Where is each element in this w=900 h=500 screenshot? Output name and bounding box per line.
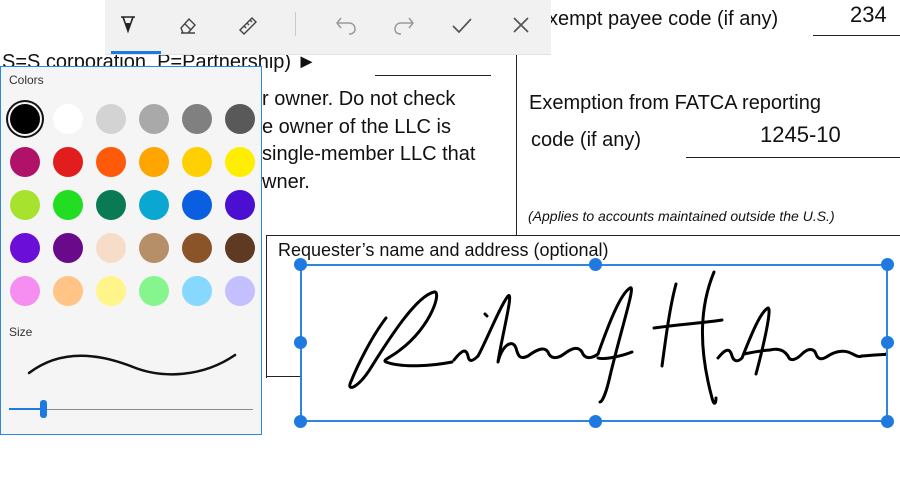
size-label: Size <box>9 325 33 339</box>
checkmark-icon <box>452 18 472 34</box>
toolbar-separator <box>295 12 296 36</box>
resize-handle-top-left[interactable] <box>294 258 307 271</box>
pen-settings-panel: Colors Size <box>0 66 262 435</box>
size-slider-thumb[interactable] <box>40 400 48 418</box>
color-swatch[interactable] <box>53 233 83 263</box>
color-swatch[interactable] <box>10 104 40 134</box>
resize-handle-right[interactable] <box>881 336 894 349</box>
undo-button[interactable] <box>323 0 369 50</box>
size-slider-fill <box>9 408 44 410</box>
resize-handle-top-right[interactable] <box>881 258 894 271</box>
fatca-label-line-1: Exemption from FATCA reporting <box>529 92 821 114</box>
color-swatch[interactable] <box>182 190 212 220</box>
owner-text-line-1: r owner. Do not check <box>262 88 456 110</box>
done-button[interactable] <box>439 0 485 50</box>
close-button[interactable] <box>498 0 544 50</box>
color-swatch[interactable] <box>53 190 83 220</box>
colors-label: Colors <box>9 73 44 87</box>
color-swatch[interactable] <box>10 233 40 263</box>
color-swatch[interactable] <box>96 147 126 177</box>
owner-text-line-3: single-member LLC that <box>262 143 476 165</box>
ink-toolbar <box>105 0 551 55</box>
color-swatch[interactable] <box>225 147 255 177</box>
resize-handle-top[interactable] <box>589 258 602 271</box>
color-swatch[interactable] <box>139 147 169 177</box>
requester-left-border <box>266 235 267 378</box>
pen-tool-button[interactable] <box>105 0 151 50</box>
color-swatch[interactable] <box>96 190 126 220</box>
stroke-size-preview <box>27 353 237 376</box>
color-swatch[interactable] <box>182 276 212 306</box>
resize-handle-bottom-left[interactable] <box>294 415 307 428</box>
color-swatch[interactable] <box>96 276 126 306</box>
redo-button[interactable] <box>381 0 427 50</box>
color-swatch[interactable] <box>10 190 40 220</box>
exempt-payee-label: xempt payee code (if any) <box>548 8 779 30</box>
color-swatch[interactable] <box>139 233 169 263</box>
fatca-underline <box>686 157 900 158</box>
color-swatch[interactable] <box>53 147 83 177</box>
owner-text-line-2: e owner of the LLC is <box>262 116 451 138</box>
active-tool-indicator <box>111 51 161 54</box>
signature-baseline-left <box>266 376 300 377</box>
color-swatch[interactable] <box>53 104 83 134</box>
color-swatch[interactable] <box>182 233 212 263</box>
color-swatch[interactable] <box>10 147 40 177</box>
resize-handle-left[interactable] <box>294 336 307 349</box>
ruler-tool-button[interactable] <box>225 0 271 50</box>
color-swatch[interactable] <box>96 233 126 263</box>
owner-text-line-4: wner. <box>262 171 310 193</box>
color-swatch[interactable] <box>182 147 212 177</box>
handwritten-signature <box>348 270 886 405</box>
resize-handle-bottom-right[interactable] <box>881 415 894 428</box>
color-swatch[interactable] <box>182 104 212 134</box>
color-swatch[interactable] <box>10 276 40 306</box>
color-swatch[interactable] <box>225 104 255 134</box>
exempt-payee-value: 234 <box>850 2 887 27</box>
color-swatch[interactable] <box>53 276 83 306</box>
redo-icon <box>394 17 414 35</box>
eraser-icon <box>180 17 196 34</box>
signature-selection-box[interactable] <box>294 258 894 428</box>
fatca-code-value: 1245-10 <box>760 122 841 147</box>
pen-icon <box>121 16 135 34</box>
requester-label: Requester’s name and address (optional) <box>278 240 609 260</box>
resize-handle-bottom[interactable] <box>589 415 602 428</box>
color-swatch[interactable] <box>139 104 169 134</box>
color-swatch[interactable] <box>139 190 169 220</box>
eraser-tool-button[interactable] <box>165 0 211 50</box>
color-swatch[interactable] <box>139 276 169 306</box>
close-icon <box>513 17 529 33</box>
applies-note: (Applies to accounts maintained outside … <box>528 208 835 224</box>
requester-top-border <box>266 235 900 236</box>
undo-icon <box>336 17 356 35</box>
ruler-icon <box>239 17 257 35</box>
color-swatch[interactable] <box>225 276 255 306</box>
exempt-payee-underline <box>813 35 900 36</box>
classification-answer-line <box>375 75 491 76</box>
color-swatch[interactable] <box>225 190 255 220</box>
color-swatch[interactable] <box>225 233 255 263</box>
color-swatch[interactable] <box>96 104 126 134</box>
fatca-label-line-2: code (if any) <box>531 129 642 151</box>
